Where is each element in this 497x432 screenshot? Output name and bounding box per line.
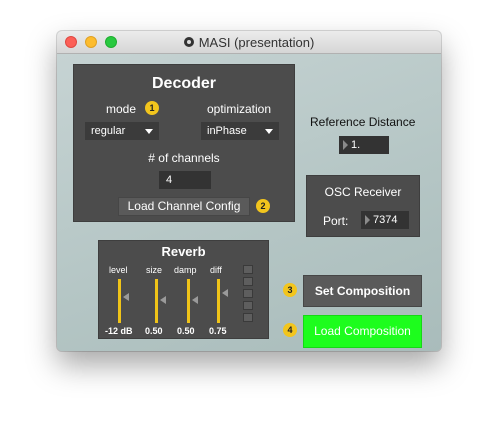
port-label: Port: (323, 214, 349, 228)
reverb-size-slider-knob[interactable] (160, 296, 166, 304)
mode-dropdown-value: regular (91, 125, 126, 137)
reference-distance-value: 1. (351, 139, 361, 151)
reverb-size-label: size (146, 265, 163, 275)
reverb-diff-slider[interactable] (217, 279, 220, 323)
chevron-down-icon (265, 129, 273, 134)
load-config-help-badge[interactable]: 2 (256, 199, 270, 213)
channels-number-box[interactable]: 4 (159, 171, 211, 189)
presentation-canvas: Decoder mode 1 optimization regular inPh… (57, 54, 441, 351)
reference-distance-label: Reference Distance (310, 115, 416, 129)
window-title-wrap: MASI (presentation) (57, 31, 441, 53)
reverb-diff-slider-knob[interactable] (222, 289, 228, 297)
number-arrow-icon (343, 140, 348, 150)
number-arrow-icon (365, 215, 370, 225)
reverb-panel: Reverb level -12 dB size 0.50 damp 0.50 (98, 240, 269, 339)
optimization-dropdown[interactable]: inPhase (201, 122, 279, 140)
reverb-level-slider-knob[interactable] (123, 293, 129, 301)
load-composition-label: Load Composition (314, 324, 411, 338)
reverb-freeze-toggles (243, 265, 253, 327)
reverb-size-slider[interactable] (155, 279, 158, 323)
decoder-title: Decoder (151, 75, 217, 92)
reverb-toggle-2[interactable] (243, 277, 253, 286)
load-composition-help-badge[interactable]: 4 (283, 323, 297, 337)
reverb-damp-slider[interactable] (187, 279, 190, 323)
reverb-diff-label: diff (210, 265, 222, 275)
reverb-toggle-5[interactable] (243, 313, 253, 322)
reverb-toggle-4[interactable] (243, 301, 253, 310)
reverb-toggle-1[interactable] (243, 265, 253, 274)
reverb-damp-slider-knob[interactable] (192, 296, 198, 304)
load-composition-button[interactable]: Load Composition (303, 315, 422, 348)
load-channel-config-button[interactable]: Load Channel Config (118, 197, 250, 216)
osc-receiver-panel: OSC Receiver Port: 7374 (306, 175, 420, 237)
title-bar[interactable]: MASI (presentation) (57, 31, 441, 54)
channels-value: 4 (166, 174, 173, 186)
reverb-level-slider[interactable] (118, 279, 121, 323)
reverb-diff-value: 0.75 (209, 326, 227, 336)
reverb-title: Reverb (161, 244, 206, 259)
reference-distance-number-box[interactable]: 1. (339, 136, 389, 154)
reverb-level-label: level (109, 265, 128, 275)
window-title: MASI (presentation) (198, 34, 315, 50)
optimization-label: optimization (207, 102, 272, 116)
set-composition-button[interactable]: Set Composition (303, 275, 422, 307)
reverb-size-value: 0.50 (145, 326, 163, 336)
reverb-damp-label: damp (174, 265, 197, 275)
load-channel-config-label: Load Channel Config (127, 199, 241, 213)
mode-label: mode (106, 102, 137, 116)
port-number-box[interactable]: 7374 (361, 211, 409, 229)
channels-label: # of channels (148, 151, 220, 165)
osc-receiver-title: OSC Receiver (324, 185, 402, 199)
set-composition-label: Set Composition (314, 284, 411, 298)
app-window: MASI (presentation) Decoder mode 1 optim… (57, 31, 441, 351)
reverb-level-value: -12 dB (105, 326, 133, 336)
optimization-dropdown-value: inPhase (207, 125, 247, 137)
reverb-toggle-3[interactable] (243, 289, 253, 298)
port-value: 7374 (373, 214, 398, 226)
set-composition-help-badge[interactable]: 3 (283, 283, 297, 297)
mode-help-badge[interactable]: 1 (145, 101, 159, 115)
chevron-down-icon (145, 129, 153, 134)
max-patch-icon (183, 37, 194, 47)
reverb-damp-value: 0.50 (177, 326, 195, 336)
decoder-panel: Decoder mode 1 optimization regular inPh… (73, 64, 295, 222)
mode-dropdown[interactable]: regular (85, 122, 159, 140)
